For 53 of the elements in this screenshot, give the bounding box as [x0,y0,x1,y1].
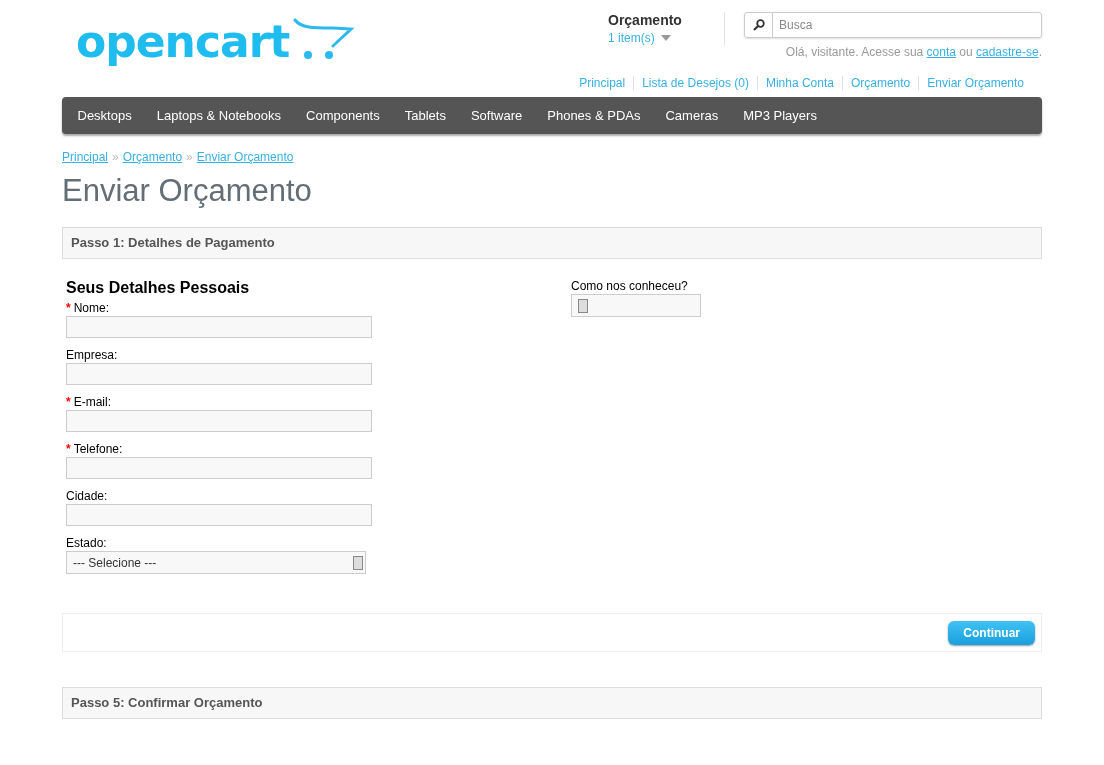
search-field[interactable]: Busca [744,12,1042,38]
input-field[interactable] [66,504,372,526]
select-field[interactable]: --- Selecione --- [66,551,366,574]
menu-item[interactable]: MP3 Players [730,108,830,123]
input-field[interactable] [66,457,372,479]
search-input[interactable]: Busca [773,13,1041,37]
logo-wordmark[interactable]: opencart [76,14,290,70]
menu-item[interactable]: Software [458,108,535,123]
field-label: Empresa: [66,348,118,362]
field-label: E-mail: [73,395,111,409]
required-asterisk: * [66,395,71,409]
menu-item[interactable]: Desktops [65,108,145,123]
top-link[interactable]: Principal [571,76,634,90]
continue-button[interactable]: Continuar [948,620,1035,645]
field-label: Telefone: [73,442,123,456]
register-link[interactable]: cadastre-se [975,45,1039,59]
breadcrumb-separator: » [186,150,193,164]
input-field[interactable] [66,410,372,432]
top-link[interactable]: Lista de Desejos (0) [633,76,757,90]
breadcrumb-link[interactable]: Principal [62,150,109,164]
account-link[interactable]: conta [926,45,956,59]
page-title: Enviar Orçamento [62,173,313,209]
field-label: Estado: [66,536,107,550]
field-label: Cidade: [66,489,108,503]
welcome-text: . [1038,45,1042,59]
cart-items-dropdown[interactable]: 1 item(s) [608,31,724,45]
welcome-text: Olá, visitante. Acesse sua [785,45,925,59]
input-field[interactable] [66,363,372,385]
menu-item[interactable]: Cameras [652,108,731,123]
menu-item[interactable]: Components [293,108,393,123]
breadcrumb-link[interactable]: Enviar Orçamento [196,150,294,164]
required-asterisk: * [66,442,71,456]
top-link[interactable]: Orçamento [841,76,919,90]
cart-title: Orçamento [608,12,683,28]
breadcrumb-separator: » [112,150,119,164]
select-field[interactable] [571,294,701,317]
required-asterisk: * [66,301,71,315]
breadcrumb-link[interactable]: Orçamento [122,150,183,164]
step-heading[interactable]: Passo 5: Confirmar Orçamento [62,687,1042,719]
field-label: Como nos conheceu? [571,279,689,293]
caret-icon [660,35,671,41]
menu-item[interactable]: Laptops & Notebooks [144,108,294,123]
field-label: Nome: [73,301,109,315]
menu-item[interactable]: Tablets [392,108,459,123]
top-link[interactable]: Enviar Orçamento [918,76,1032,90]
step-heading[interactable]: Passo 1: Detalhes de Pagamento [62,227,1042,259]
welcome-text: ou [958,45,974,59]
cart-logo-icon [293,18,356,60]
menu-item[interactable]: Phones & PDAs [534,108,653,123]
search-icon[interactable] [752,19,765,31]
top-link[interactable]: Minha Conta [756,76,842,90]
section-heading: Seus Detalhes Pessoais [66,279,251,297]
input-field[interactable] [66,316,372,338]
